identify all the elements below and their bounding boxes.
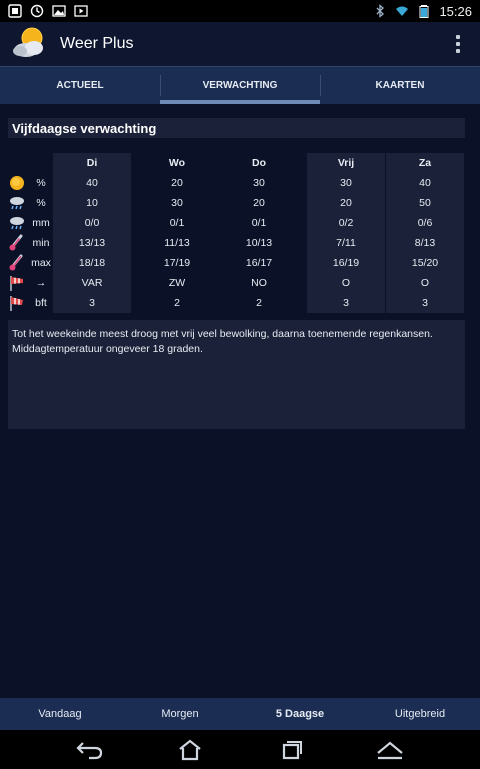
day-header: Za bbox=[418, 157, 432, 169]
table-row: bft 3 2 2 3 3 bbox=[8, 293, 465, 313]
thermometer-icon bbox=[8, 254, 26, 272]
nav-uitgebreid[interactable]: Uitgebreid bbox=[360, 698, 480, 730]
row-unit: min bbox=[32, 237, 50, 249]
table-cell: 0/6 bbox=[417, 217, 433, 229]
table-cell: 30 bbox=[340, 177, 352, 189]
table-cell: 40 bbox=[86, 177, 98, 189]
notification-icon bbox=[8, 4, 22, 18]
tab-kaarten[interactable]: KAARTEN bbox=[320, 67, 480, 104]
back-icon[interactable] bbox=[73, 737, 107, 763]
table-cell: 8/13 bbox=[414, 237, 436, 249]
nav-vandaag[interactable]: Vandaag bbox=[0, 698, 120, 730]
table-cell: 10 bbox=[86, 197, 98, 209]
windsock-icon bbox=[8, 274, 26, 292]
day-header: Di bbox=[86, 157, 98, 169]
table-cell: O bbox=[341, 277, 351, 289]
row-unit: % bbox=[36, 197, 46, 209]
app-title: Weer Plus bbox=[60, 35, 134, 52]
table-cell: 3 bbox=[89, 297, 95, 309]
row-unit: % bbox=[36, 177, 46, 189]
battery-icon bbox=[417, 4, 431, 18]
day-header: Vrij bbox=[337, 157, 355, 169]
status-bar: 15:26 bbox=[0, 0, 480, 22]
table-row: → VAR ZW NO O O bbox=[8, 273, 465, 293]
image-icon bbox=[52, 4, 66, 18]
thermometer-icon bbox=[8, 234, 26, 252]
tab-verwachting[interactable]: VERWACHTING bbox=[160, 67, 320, 104]
table-cell: 3 bbox=[343, 297, 349, 309]
table-row: % 40 20 30 30 40 bbox=[8, 173, 465, 193]
table-cell: ZW bbox=[168, 277, 186, 289]
table-cell: NO bbox=[251, 277, 267, 289]
table-cell: 15/20 bbox=[411, 257, 439, 269]
table-cell: O bbox=[420, 277, 430, 289]
menu-up-icon[interactable] bbox=[373, 737, 407, 763]
table-cell: 2 bbox=[256, 297, 262, 309]
sun-icon bbox=[8, 174, 26, 192]
table-cell: 0/0 bbox=[84, 217, 100, 229]
overflow-menu-icon[interactable] bbox=[446, 28, 470, 60]
table-cell: 0/1 bbox=[169, 217, 185, 229]
table-cell: 16/19 bbox=[332, 257, 360, 269]
table-cell: 30 bbox=[171, 197, 183, 209]
table-cell: 50 bbox=[419, 197, 431, 209]
table-cell: 11/13 bbox=[164, 237, 190, 249]
table-cell: 30 bbox=[253, 177, 265, 189]
rain-cloud-icon bbox=[8, 194, 26, 212]
table-cell: 13/13 bbox=[78, 237, 106, 249]
forecast-title: Vijfdaagse verwachting bbox=[8, 118, 465, 138]
table-cell: 17/19 bbox=[163, 257, 191, 269]
day-header: Wo bbox=[168, 157, 186, 169]
table-cell: 0/1 bbox=[251, 217, 267, 229]
home-icon[interactable] bbox=[173, 737, 207, 763]
table-header-row: Di Wo Do Vrij Za bbox=[8, 153, 465, 173]
sync-icon bbox=[30, 4, 44, 18]
status-time: 15:26 bbox=[439, 3, 472, 19]
forecast-description: Tot het weekeinde meest droog met vrij v… bbox=[8, 320, 465, 429]
table-row: max 18/18 17/19 16/17 16/19 15/20 bbox=[8, 253, 465, 273]
table-cell: 0/2 bbox=[338, 217, 354, 229]
day-header: Do bbox=[252, 157, 266, 169]
table-cell: 20 bbox=[253, 197, 265, 209]
row-unit: mm bbox=[32, 217, 50, 229]
tab-actueel[interactable]: ACTUEEL bbox=[0, 67, 160, 104]
nav-5-daagse[interactable]: 5 Daagse bbox=[240, 698, 360, 730]
table-cell: 40 bbox=[419, 177, 431, 189]
table-cell: 20 bbox=[171, 177, 183, 189]
table-row: mm 0/0 0/1 0/1 0/2 0/6 bbox=[8, 213, 465, 233]
row-unit: bft bbox=[35, 297, 47, 309]
table-cell: VAR bbox=[81, 277, 103, 289]
table-cell: 18/18 bbox=[78, 257, 106, 269]
table-cell: 16/17 bbox=[245, 257, 273, 269]
row-unit: → bbox=[35, 277, 47, 289]
row-unit: max bbox=[31, 257, 51, 269]
table-cell: 10/13 bbox=[245, 237, 273, 249]
table-cell: 2 bbox=[174, 297, 180, 309]
table-row: min 13/13 11/13 10/13 7/11 8/13 bbox=[8, 233, 465, 253]
nav-morgen[interactable]: Morgen bbox=[120, 698, 240, 730]
rain-cloud-icon bbox=[8, 214, 26, 232]
recent-apps-icon[interactable] bbox=[273, 737, 307, 763]
table-row: % 10 30 20 20 50 bbox=[8, 193, 465, 213]
tab-bar: ACTUEEL VERWACHTING KAARTEN bbox=[0, 66, 480, 104]
action-bar: Weer Plus bbox=[0, 22, 480, 66]
weather-sun-cloud-icon bbox=[10, 24, 50, 64]
play-icon bbox=[74, 4, 88, 18]
table-cell: 3 bbox=[422, 297, 428, 309]
windsock-icon bbox=[8, 294, 26, 312]
wifi-icon bbox=[395, 4, 409, 18]
table-cell: 20 bbox=[340, 197, 352, 209]
system-nav-bar bbox=[0, 730, 480, 769]
table-cell: 7/11 bbox=[336, 237, 356, 249]
bottom-nav: Vandaag Morgen 5 Daagse Uitgebreid bbox=[0, 698, 480, 730]
bluetooth-icon bbox=[373, 4, 387, 18]
